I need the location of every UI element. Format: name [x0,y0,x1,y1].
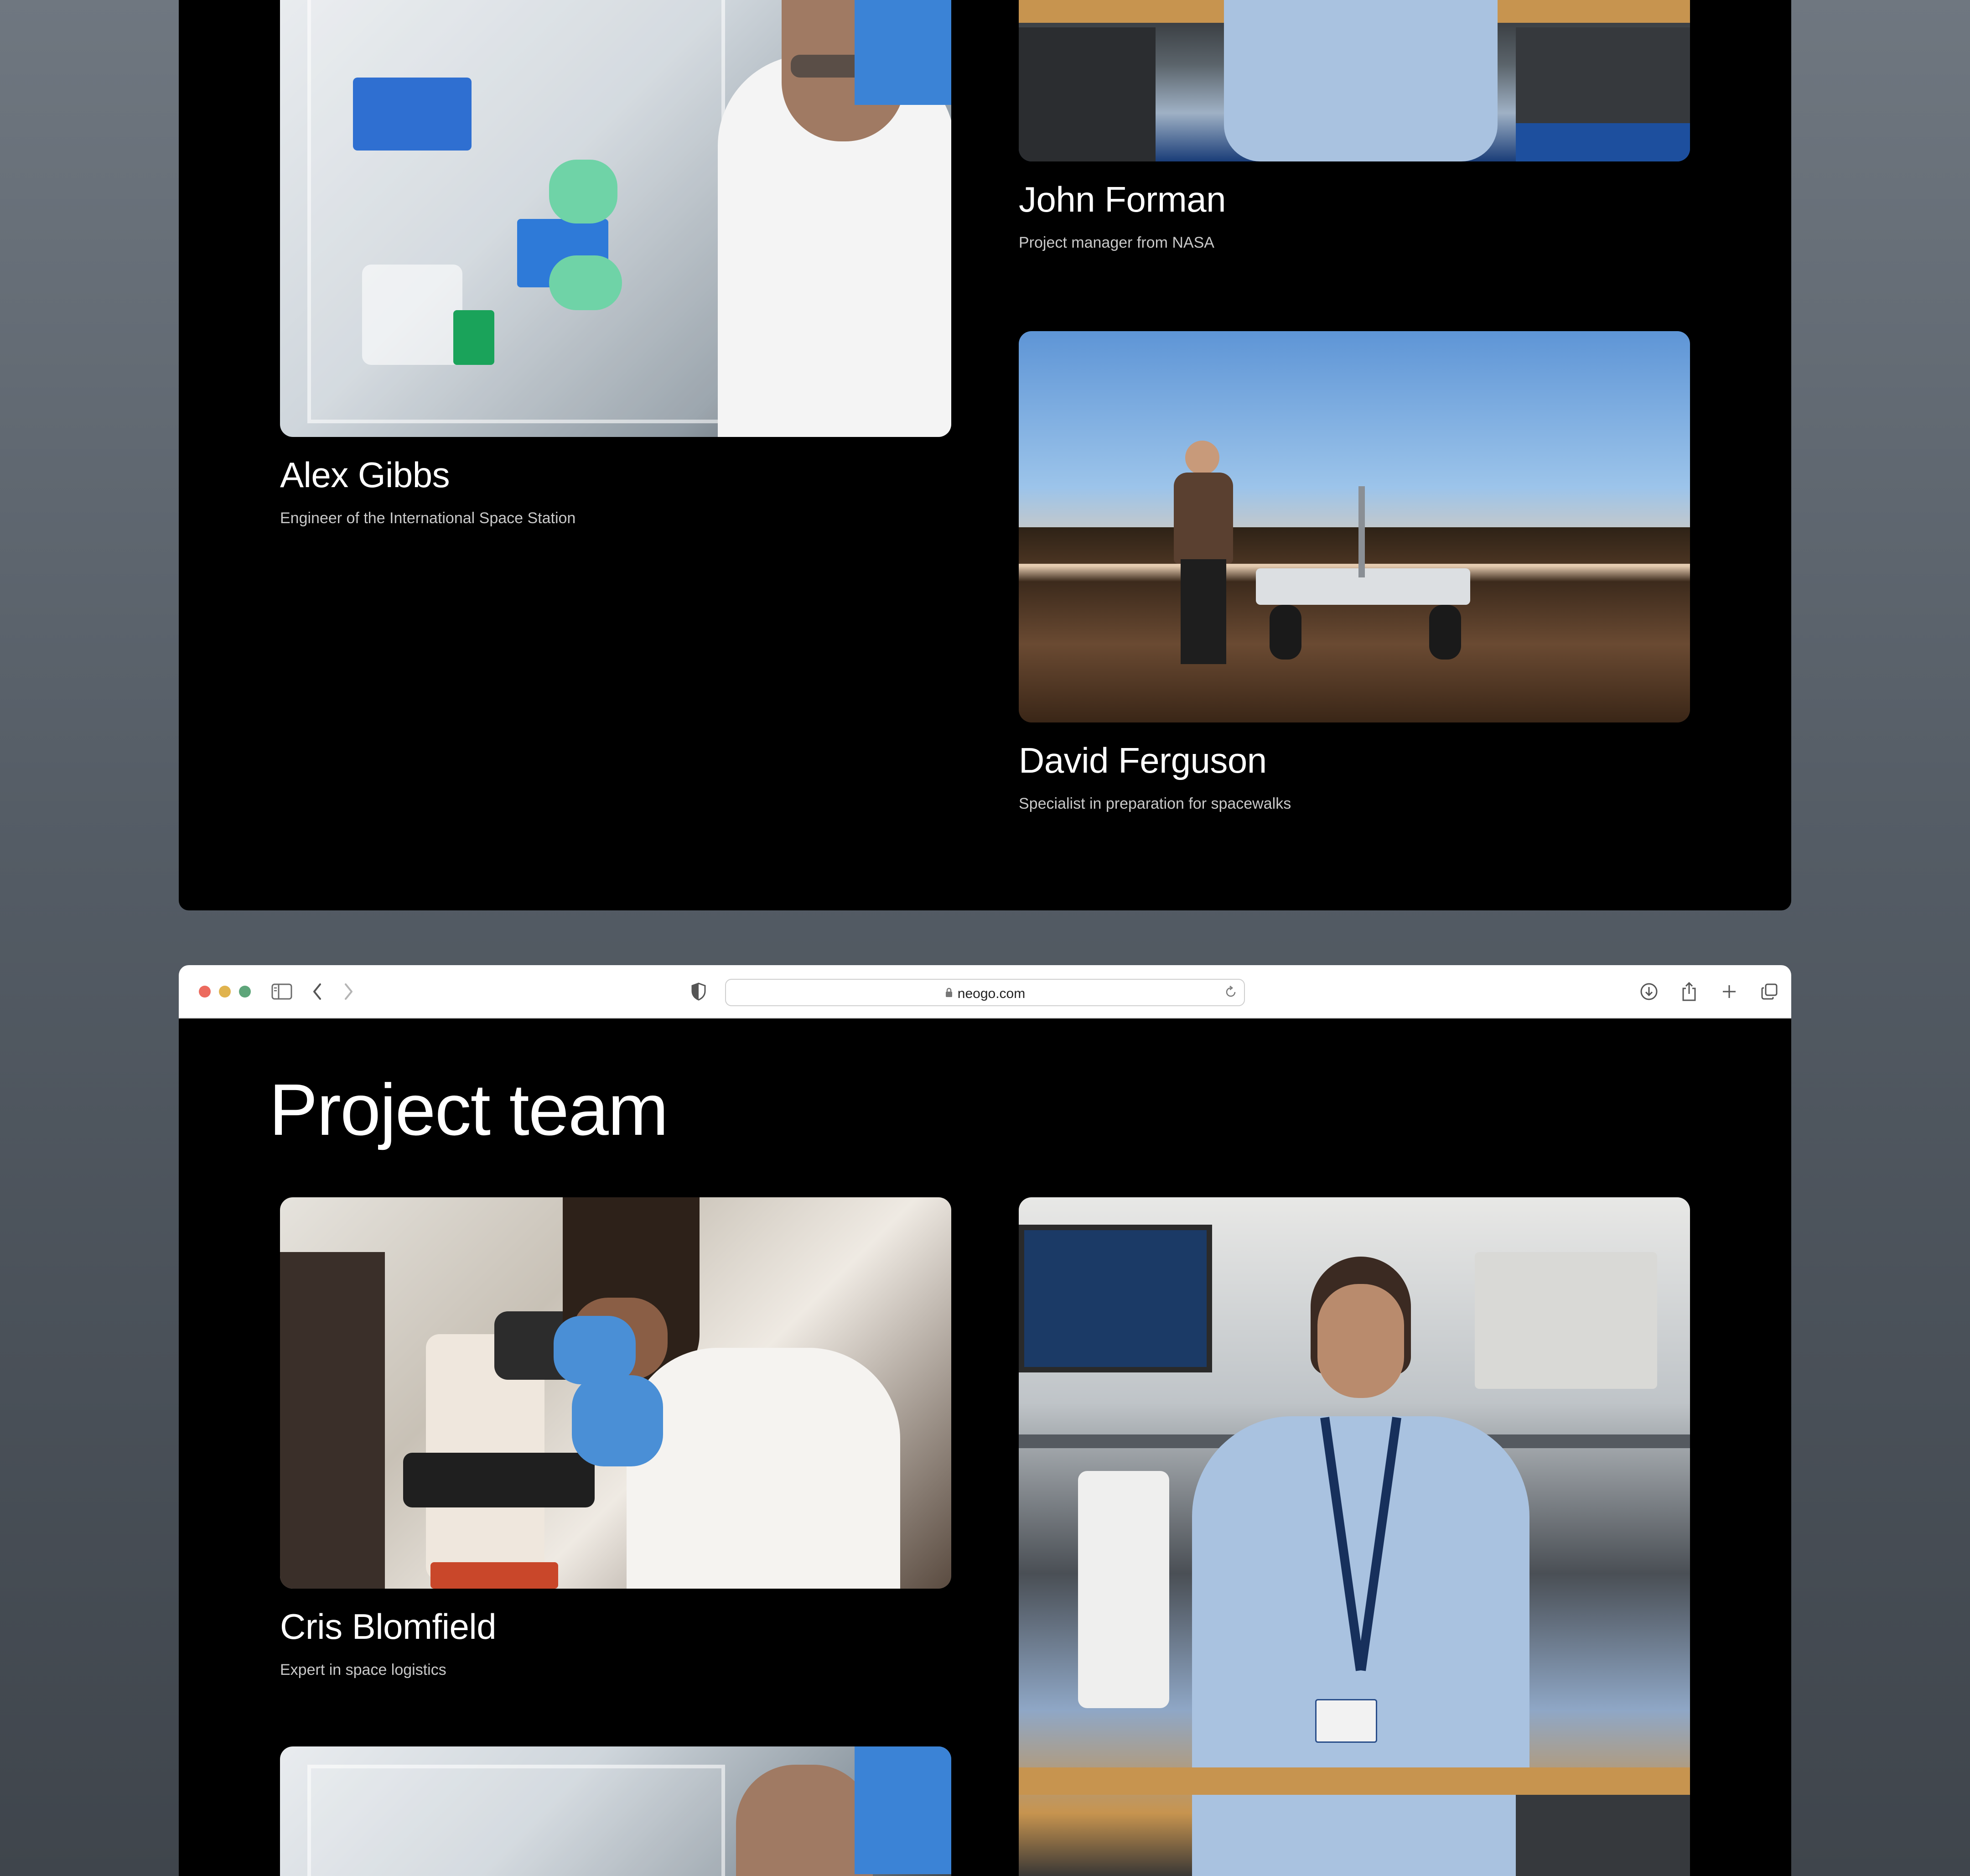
member-name: Cris Blomfield [280,1606,497,1647]
back-icon[interactable] [305,979,330,1004]
reload-icon[interactable] [1224,985,1238,1001]
minimize-window-button[interactable] [219,986,231,998]
page-title: Project team [269,1069,669,1150]
url-display: neogo.com [726,986,1244,1002]
member-name: John Forman [1019,179,1226,219]
team-photo [1019,331,1690,722]
team-card-david-ferguson[interactable]: David Ferguson Specialist in preparation… [1019,331,1690,812]
browser-window-scrolled: Alex Gibbs Engineer of the International… [179,0,1791,910]
member-role: Specialist in preparation for spacewalks [1019,795,1291,812]
new-tab-icon[interactable] [1716,979,1742,1004]
team-card-alex-gibbs-preview[interactable] [280,1746,951,1876]
privacy-shield-icon[interactable] [686,979,711,1004]
sidebar-toggle-icon[interactable] [269,979,295,1004]
maximize-window-button[interactable] [239,986,251,998]
tab-overview-icon[interactable] [1757,979,1782,1004]
close-window-button[interactable] [199,986,211,998]
team-card-john-forman-preview[interactable] [1019,1197,1690,1876]
url-text: neogo.com [957,986,1026,1002]
team-card-john-forman[interactable]: John Forman Project manager from NASA [1019,0,1690,251]
member-role: Project manager from NASA [1019,234,1214,251]
team-photo [280,1746,951,1876]
member-role: Expert in space logistics [280,1661,446,1679]
team-card-cris-blomfield[interactable]: Cris Blomfield Expert in space logistics [280,1197,951,1679]
team-photo [1019,0,1690,161]
downloads-icon[interactable] [1636,979,1662,1004]
member-name: Alex Gibbs [280,455,450,495]
team-photo [280,0,951,437]
forward-icon[interactable] [336,979,361,1004]
member-role: Engineer of the International Space Stat… [280,509,576,527]
share-icon[interactable] [1676,979,1702,1004]
team-card-alex-gibbs[interactable]: Alex Gibbs Engineer of the International… [280,0,951,527]
team-photo [280,1197,951,1589]
address-bar[interactable]: neogo.com [725,979,1245,1006]
browser-toolbar: neogo.com [179,965,1791,1019]
member-name: David Ferguson [1019,740,1267,780]
lock-icon [945,986,953,1002]
browser-window: neogo.com Project team Cris Blomfield Ex… [179,965,1791,1876]
team-photo [1019,1197,1690,1876]
